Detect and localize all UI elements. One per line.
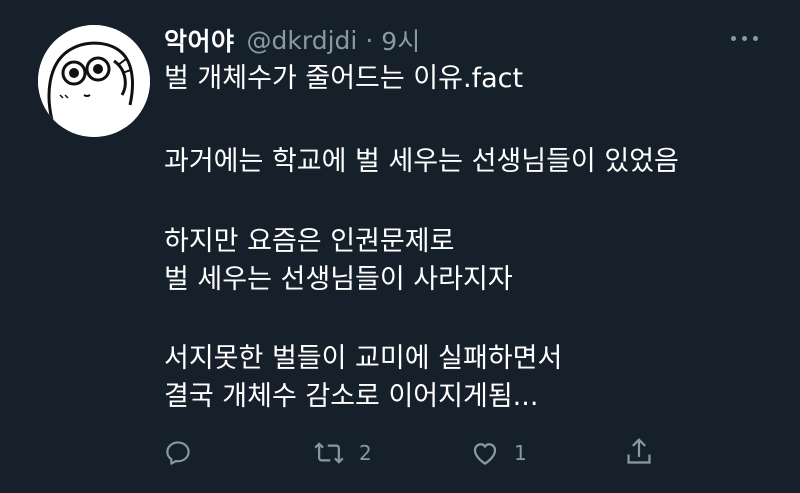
tweet-text-line: 하지만 요즘은 인권문제로 — [164, 226, 455, 257]
more-options-icon[interactable] — [731, 36, 758, 41]
author-display-name[interactable]: 악어야 — [164, 22, 235, 58]
tweet-timestamp[interactable]: 9시 — [381, 22, 420, 58]
tweet: 악어야 @dkrdjdi · 9시 벌 개체수가 줄어드는 이유.fact 과거… — [0, 0, 800, 493]
retweet-icon — [314, 442, 344, 464]
tweet-text-line: 벌 개체수가 줄어드는 이유.fact — [164, 63, 524, 94]
tweet-text-line: 벌 세우는 선생님들이 사라지자 — [164, 264, 513, 295]
avatar[interactable] — [38, 25, 150, 137]
share-icon — [627, 438, 651, 464]
tweet-actions: 2 1 — [0, 436, 800, 472]
reply-button[interactable] — [163, 438, 193, 468]
reply-icon — [166, 441, 190, 465]
heart-icon — [473, 443, 497, 465]
avatar-image — [38, 25, 150, 137]
separator-dot: · — [365, 25, 374, 55]
tweet-text-line: 결국 개체수 감소로 이어지게됨... — [164, 381, 539, 412]
author-handle[interactable]: @dkrdjdi — [247, 26, 358, 55]
tweet-header: 악어야 @dkrdjdi · 9시 — [164, 22, 420, 58]
like-count: 1 — [514, 441, 527, 465]
retweet-count: 2 — [359, 441, 372, 465]
share-button[interactable] — [624, 436, 654, 468]
retweet-button[interactable]: 2 — [313, 438, 372, 468]
like-button[interactable]: 1 — [470, 438, 527, 468]
tweet-text-line: 과거에는 학교에 벌 세우는 선생님들이 있었음 — [164, 146, 679, 177]
tweet-text-line: 서지못한 벌들이 교미에 실패하면서 — [164, 343, 563, 374]
